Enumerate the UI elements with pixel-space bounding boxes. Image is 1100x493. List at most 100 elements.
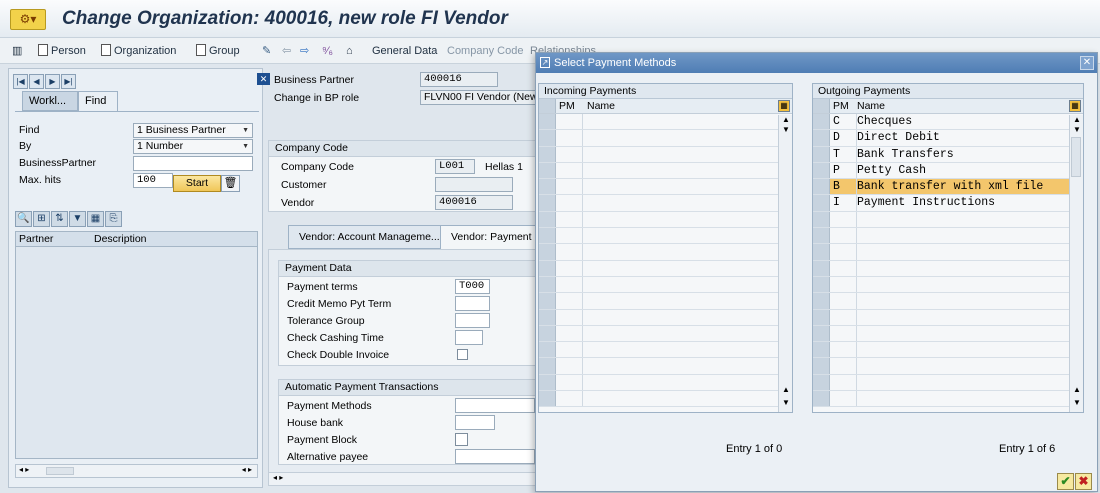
table-row[interactable]: I Payment Instructions <box>813 195 1083 212</box>
row-selector[interactable] <box>813 162 830 179</box>
confirm-button[interactable]: ✔ <box>1057 473 1074 490</box>
previous-icon[interactable]: ◀ <box>29 74 44 89</box>
by-select[interactable]: 1 Number <box>133 139 253 154</box>
row-selector[interactable] <box>813 391 830 407</box>
row-selector[interactable] <box>539 260 556 276</box>
row-selector[interactable] <box>813 228 830 244</box>
first-page-icon[interactable]: |◀ <box>13 74 28 89</box>
table-row[interactable] <box>539 146 792 163</box>
scroll-thumb[interactable] <box>1071 137 1081 177</box>
tolerance-group-input[interactable] <box>455 313 490 328</box>
incoming-vertical-scrollbar[interactable]: ▲ ▼ ▲ ▼ <box>778 115 792 412</box>
table-row[interactable] <box>539 130 792 147</box>
sort-icon[interactable]: ⁹⁄₆ <box>322 42 333 60</box>
name-column-header[interactable]: Name <box>587 99 615 114</box>
table-row[interactable] <box>539 179 792 196</box>
table-row[interactable] <box>539 309 792 326</box>
start-button[interactable]: Start <box>173 175 221 192</box>
table-row[interactable] <box>539 358 792 375</box>
column-settings-icon[interactable]: ▦ <box>778 100 790 112</box>
table-row[interactable] <box>539 195 792 212</box>
max-hits-input[interactable]: 100 <box>133 173 173 188</box>
row-selector[interactable] <box>813 374 830 391</box>
sort-icon[interactable]: ⇅ <box>51 211 68 227</box>
create-group-button[interactable]: Group <box>196 42 240 60</box>
row-selector[interactable] <box>539 195 556 211</box>
row-selector[interactable] <box>539 276 556 293</box>
scroll-left-icon[interactable]: ◂ ▸ <box>19 465 29 474</box>
tab-worklist[interactable]: Workl... <box>22 91 78 111</box>
table-row[interactable] <box>813 325 1083 343</box>
find-select[interactable]: 1 Business Partner <box>133 123 253 138</box>
row-selector[interactable] <box>813 325 830 342</box>
scroll-up-icon[interactable]: ▲ <box>1073 115 1081 124</box>
tab-vendor-payment[interactable]: Vendor: Payment <box>440 225 543 249</box>
business-partner-input[interactable] <box>133 156 253 171</box>
row-selector[interactable] <box>539 130 556 146</box>
row-selector[interactable] <box>539 146 556 162</box>
create-person-button[interactable]: Person <box>38 42 86 60</box>
row-selector[interactable] <box>813 114 830 130</box>
arrow-right-icon[interactable]: ⇨ <box>300 42 309 60</box>
scroll-up-icon[interactable]: ▲ <box>782 115 790 124</box>
horizontal-scrollbar[interactable]: ◂ ▸ ◂ ▸ <box>15 464 258 478</box>
row-selector[interactable] <box>539 293 556 309</box>
export-icon[interactable]: ⎘ <box>105 211 122 227</box>
house-bank-input[interactable] <box>455 415 495 430</box>
column-settings-icon[interactable]: ▦ <box>1069 100 1081 112</box>
cancel-button[interactable]: ✖ <box>1075 473 1092 490</box>
table-row[interactable]: T Bank Transfers <box>813 146 1083 163</box>
table-row[interactable] <box>813 342 1083 359</box>
row-selector[interactable] <box>539 244 556 260</box>
table-row[interactable] <box>813 358 1083 375</box>
check-double-checkbox[interactable] <box>457 349 468 360</box>
row-selector[interactable] <box>813 358 830 374</box>
row-selector[interactable] <box>813 179 830 195</box>
pm-column-header[interactable]: PM <box>559 99 575 114</box>
row-selector[interactable] <box>539 325 556 342</box>
row-selector[interactable] <box>539 162 556 179</box>
row-selector[interactable] <box>813 276 830 293</box>
row-selector[interactable] <box>813 293 830 309</box>
close-icon[interactable]: ✕ <box>1080 56 1094 70</box>
table-row[interactable] <box>539 244 792 261</box>
table-row[interactable] <box>813 260 1083 277</box>
table-row[interactable] <box>539 325 792 343</box>
table-row[interactable] <box>813 228 1083 245</box>
table-row[interactable] <box>539 260 792 277</box>
row-selector[interactable] <box>539 358 556 374</box>
table-row[interactable] <box>539 293 792 310</box>
table-row[interactable] <box>539 276 792 294</box>
next-icon[interactable]: ▶ <box>45 74 60 89</box>
row-selector[interactable] <box>539 309 556 325</box>
row-selector[interactable] <box>813 146 830 162</box>
select-all-cell[interactable] <box>813 99 830 113</box>
outgoing-vertical-scrollbar[interactable]: ▲ ▼ ▲ ▼ <box>1069 115 1083 412</box>
alternative-payee-input[interactable] <box>455 449 535 464</box>
table-row[interactable] <box>539 374 792 392</box>
payment-terms-input[interactable]: T000 <box>455 279 490 294</box>
switch-mode-icon[interactable]: ✎ <box>262 42 271 60</box>
row-selector[interactable] <box>813 309 830 325</box>
scroll-right-icon[interactable]: ◂ ▸ <box>242 465 252 474</box>
row-selector[interactable] <box>813 342 830 358</box>
row-selector[interactable] <box>813 211 830 228</box>
table-row[interactable] <box>539 342 792 359</box>
tab-account-management[interactable]: Vendor: Account Manageme... <box>288 225 451 249</box>
table-row[interactable] <box>539 162 792 180</box>
grid-icon[interactable]: ▥ <box>12 42 22 60</box>
table-row[interactable] <box>813 244 1083 261</box>
details-icon[interactable]: 🔍 <box>15 211 32 227</box>
row-selector[interactable] <box>539 391 556 407</box>
table-row[interactable] <box>539 211 792 229</box>
payment-methods-input[interactable] <box>455 398 535 413</box>
table-row[interactable]: D Direct Debit <box>813 130 1083 147</box>
payment-block-input[interactable] <box>455 433 468 446</box>
scroll-down-icon[interactable]: ▼ <box>1073 398 1081 407</box>
general-data-button[interactable]: General Data <box>372 42 437 60</box>
row-selector[interactable] <box>539 342 556 358</box>
scroll-thumb[interactable] <box>46 467 74 475</box>
table-row[interactable] <box>813 391 1083 408</box>
table-row[interactable] <box>539 114 792 131</box>
tab-find[interactable]: Find <box>78 91 118 111</box>
